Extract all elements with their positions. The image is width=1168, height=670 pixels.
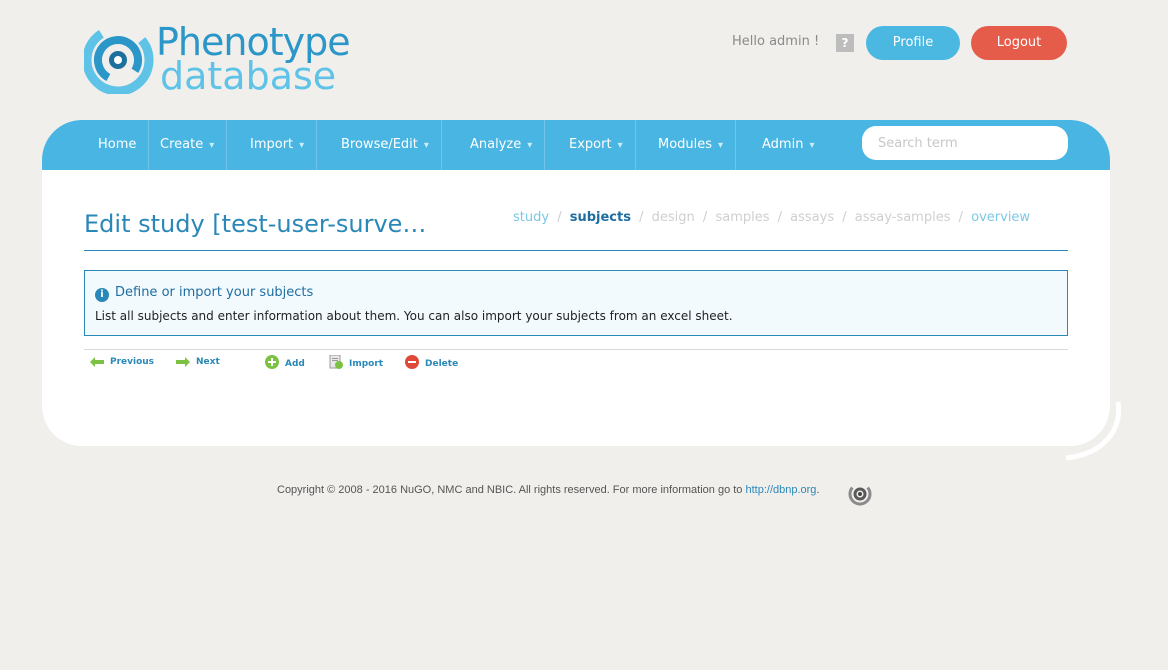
step-assay-samples: assay-samples	[854, 210, 951, 225]
nav-item-label: Import	[250, 137, 294, 152]
arrow-right-icon	[176, 357, 190, 367]
nav-item-label: Modules	[658, 137, 713, 152]
help-icon[interactable]: ?	[836, 34, 854, 52]
nav-item-create[interactable]: Create ▾	[148, 120, 228, 170]
nav-item-label: Admin	[762, 137, 804, 152]
info-body-text: List all subjects and enter information …	[95, 309, 733, 323]
nav-item-label: Home	[98, 137, 137, 152]
logo-subtitle: database	[160, 54, 337, 98]
step-samples: samples	[715, 210, 770, 225]
info-heading-text: Define or import your subjects	[115, 285, 314, 300]
search-input[interactable]	[862, 126, 1068, 160]
step-overview[interactable]: overview	[971, 210, 1030, 225]
nav-item-browse-edit[interactable]: Browse/Edit ▾	[329, 120, 442, 170]
delete-icon	[405, 355, 419, 369]
step-separator: /	[557, 210, 562, 225]
nav-item-export[interactable]: Export ▾	[557, 120, 636, 170]
chevron-down-icon: ▾	[299, 140, 305, 151]
previous-label: Previous	[110, 357, 155, 367]
step-study[interactable]: study	[513, 210, 549, 225]
logo[interactable]: Phenotype database	[84, 20, 364, 104]
step-separator: /	[777, 210, 783, 225]
nav-item-label: Create	[160, 137, 204, 152]
nav-item-label: Browse/Edit	[341, 137, 418, 152]
next-label: Next	[196, 357, 220, 367]
next-button[interactable]: Next	[176, 355, 220, 369]
footer-copyright: Copyright © 2008 - 2016 NuGO, NMC and NB…	[277, 484, 820, 496]
chevron-down-icon: ▾	[209, 140, 215, 151]
nav-item-modules[interactable]: Modules ▾	[646, 120, 737, 170]
import-label: Import	[349, 359, 384, 369]
delete-button[interactable]: Delete	[405, 355, 458, 369]
decorative-swirl-icon	[1065, 401, 1122, 461]
profile-button[interactable]: Profile	[866, 26, 960, 60]
main-navbar: Home Create ▾ Import ▾ Browse/Edit ▾ Analyz…	[42, 120, 1110, 170]
chevron-down-icon: ▾	[423, 140, 429, 151]
add-label: Add	[285, 359, 305, 369]
nav-item-label: Analyze	[470, 137, 522, 152]
info-icon: i	[95, 288, 109, 302]
footer-text: Copyright © 2008 - 2016 NuGO, NMC and NB…	[277, 484, 743, 496]
step-separator: /	[842, 210, 847, 225]
page-title: Edit study [test-user-surve…	[84, 210, 427, 238]
step-separator: /	[958, 210, 963, 225]
user-greeting: Hello admin !	[732, 34, 820, 49]
footer-tail: .	[816, 484, 820, 496]
footer-link[interactable]: http://dbnp.org	[745, 484, 816, 496]
arrow-left-icon	[90, 357, 104, 367]
actions-divider	[84, 349, 1068, 350]
add-icon	[265, 355, 279, 369]
step-separator: /	[702, 210, 708, 225]
nav-item-home[interactable]: Home	[86, 120, 150, 170]
logo-swirl-icon	[84, 24, 154, 94]
step-assays: assays	[790, 210, 835, 225]
chevron-down-icon: ▾	[617, 140, 623, 151]
step-design: design	[651, 210, 695, 225]
chevron-down-icon: ▾	[809, 140, 815, 151]
previous-button[interactable]: Previous	[90, 355, 154, 369]
footer-logo-icon	[848, 482, 872, 506]
wizard-steps: study / subjects / design / samples / as…	[513, 210, 1030, 230]
logout-button[interactable]: Logout	[971, 26, 1067, 60]
import-button[interactable]: Import	[329, 355, 383, 369]
nav-item-label: Export	[569, 137, 612, 152]
nav-item-admin[interactable]: Admin ▾	[750, 120, 826, 170]
import-file-icon	[329, 355, 343, 369]
step-subjects[interactable]: subjects	[570, 210, 631, 225]
chevron-down-icon: ▾	[718, 140, 724, 151]
info-box: i Define or import your subjects List all…	[84, 270, 1068, 336]
chevron-down-icon: ▾	[527, 140, 533, 151]
step-separator: /	[639, 210, 644, 225]
add-button[interactable]: Add	[265, 355, 305, 369]
nav-item-import[interactable]: Import ▾	[238, 120, 318, 170]
delete-label: Delete	[425, 359, 459, 369]
nav-item-analyze[interactable]: Analyze ▾	[458, 120, 546, 170]
info-heading: i Define or import your subjects	[95, 285, 313, 302]
title-divider	[84, 250, 1068, 251]
